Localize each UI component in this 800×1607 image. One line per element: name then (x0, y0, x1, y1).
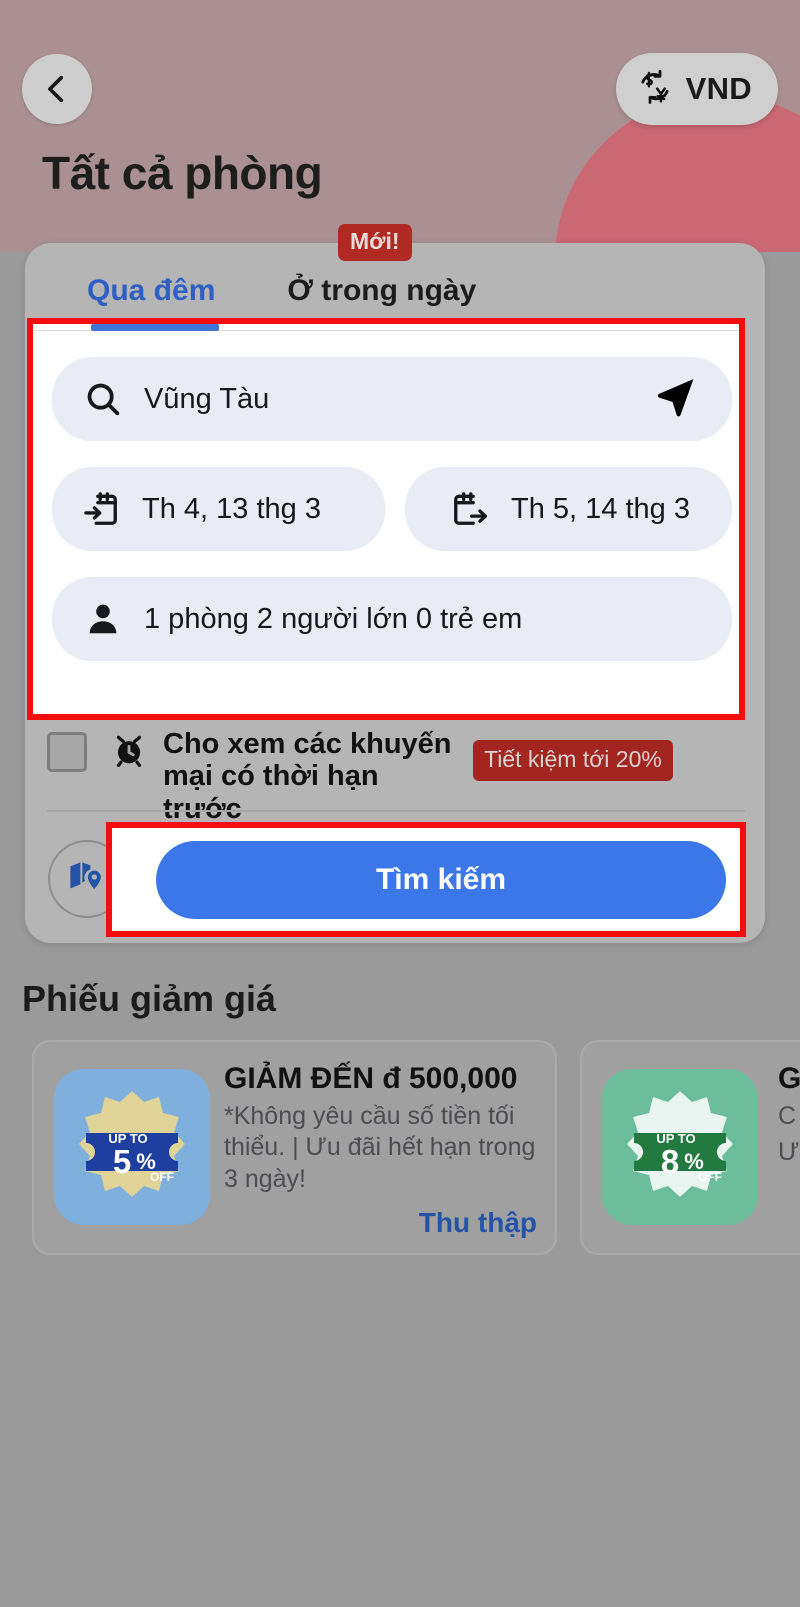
search-icon (84, 380, 122, 418)
svg-text:5: 5 (113, 1143, 131, 1180)
check-out-field[interactable]: Th 5, 14 thg 3 (405, 467, 732, 551)
promo-checkbox[interactable] (47, 732, 87, 772)
svg-text:OFF: OFF (698, 1170, 722, 1184)
navigate-arrow-icon[interactable] (654, 375, 698, 424)
panel-separator (47, 810, 745, 812)
promo-save-badge: Tiết kiệm tới 20% (473, 740, 673, 781)
search-button[interactable]: Tìm kiếm (156, 840, 726, 919)
check-in-field[interactable]: Th 4, 13 thg 3 (52, 467, 385, 551)
alarm-clock-icon (111, 732, 147, 773)
guests-field[interactable]: 1 phòng 2 người lớn 0 trẻ em (52, 577, 732, 661)
currency-exchange-icon (638, 69, 672, 110)
currency-selector-button[interactable]: VND (615, 53, 778, 125)
coupons-section-title: Phiếu giảm giá (22, 978, 277, 1019)
promo-option-row[interactable]: Cho xem các khuyến mại có thời hạn trước… (25, 716, 765, 825)
coupon-body: GIẢM ĐẾN đ 500,000 *Không yêu cầu số tiề… (224, 1062, 543, 1195)
destination-input[interactable]: Vũng Tàu (52, 357, 732, 441)
search-button-highlight: Tìm kiếm (106, 822, 746, 937)
coupon-card[interactable]: UP TO 8 % OFF G C Ư (580, 1040, 800, 1255)
svg-text:8: 8 (661, 1143, 679, 1180)
guests-value: 1 phòng 2 người lớn 0 trẻ em (144, 602, 523, 635)
coupon-headline: G (778, 1062, 800, 1095)
chevron-left-icon (40, 72, 74, 106)
coupon-thumbnail: UP TO 8 % OFF (602, 1069, 758, 1225)
search-tabs: Qua đêm Ở trong ngày (25, 258, 765, 324)
coupon-description-line-2: Ư (778, 1138, 800, 1167)
check-out-value: Th 5, 14 thg 3 (511, 492, 690, 525)
back-button[interactable] (22, 54, 92, 124)
destination-value: Vũng Tàu (144, 382, 270, 415)
tab-dayuse[interactable]: Ở trong ngày (287, 274, 476, 308)
coupon-description: *Không yêu cầu số tiền tối thiểu. | Ưu đ… (224, 1102, 536, 1193)
calendar-arrow-out-icon (451, 490, 489, 528)
page-title: Tất cả phòng (42, 147, 323, 199)
svg-text:OFF: OFF (150, 1170, 174, 1184)
tab-active-underline (91, 324, 219, 331)
app-root: VND Tất cả phòng Mới! Qua đêm Ở trong ng… (0, 0, 800, 1607)
tab-overnight[interactable]: Qua đêm (87, 274, 215, 308)
calendar-arrow-in-icon (82, 490, 120, 528)
coupon-card[interactable]: UP TO 5 % OFF GIẢM ĐẾN đ 500,000 *Không … (32, 1040, 557, 1255)
coupon-body: G C Ư (778, 1062, 800, 1169)
search-fields-highlight: Vũng Tàu Th 4, 13 thg 3 Th 5, 14 thg 3 1… (27, 318, 745, 720)
page-header: VND Tất cả phòng (0, 0, 800, 252)
check-in-value: Th 4, 13 thg 3 (142, 492, 321, 525)
search-button-label: Tìm kiếm (375, 862, 507, 896)
coupon-collect-link[interactable]: Thu thập (419, 1207, 537, 1239)
coupon-headline: GIẢM ĐẾN đ 500,000 (224, 1062, 518, 1095)
currency-label: VND (685, 71, 752, 106)
coupon-description-line-1: C (778, 1102, 797, 1130)
person-icon (84, 600, 122, 638)
map-pin-icon (67, 857, 107, 902)
coupon-thumbnail: UP TO 5 % OFF (54, 1069, 210, 1225)
new-badge: Mới! (338, 224, 412, 261)
